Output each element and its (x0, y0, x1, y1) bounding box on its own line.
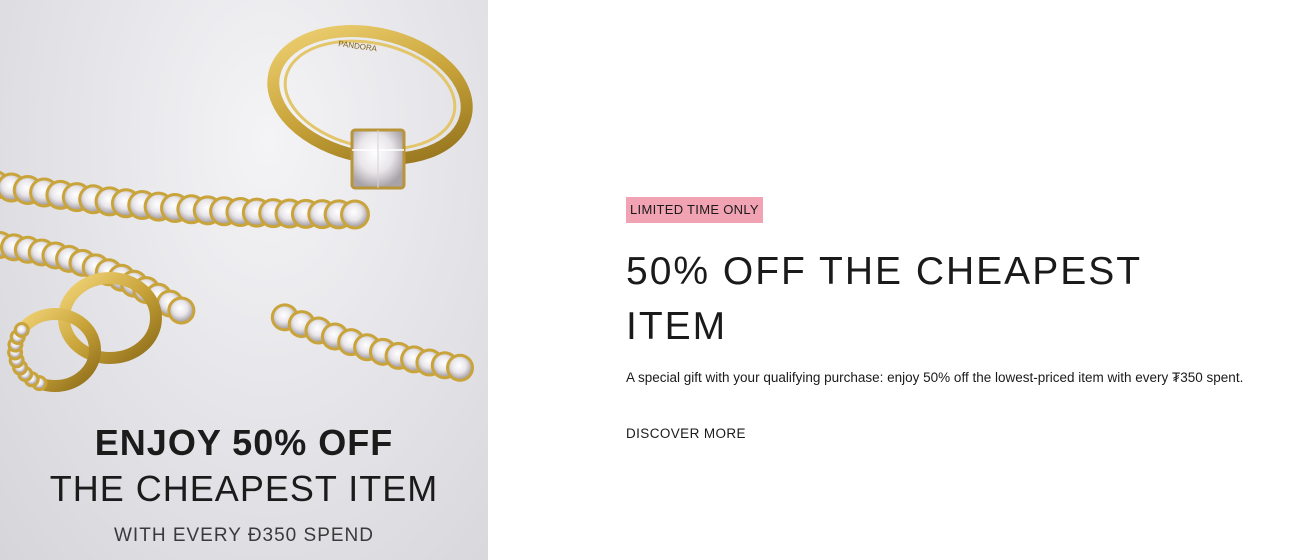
promo-content: LIMITED TIME ONLY 50% OFF THE CHEAPEST I… (488, 0, 1313, 560)
ring: PANDORA (267, 25, 473, 190)
discover-more-link[interactable]: DISCOVER MORE (626, 426, 746, 441)
caption-condition: WITH EVERY Ɖ350 SPEND (114, 525, 374, 546)
bracelet-upper (0, 170, 370, 230)
image-caption: ENJOY 50% OFF THE CHEAPEST ITEM WITH EVE… (0, 410, 488, 560)
promo-banner: PANDORA ENJOY 50% OFF THE CHEAPEST ITEM … (0, 0, 1313, 560)
promo-headline: 50% OFF THE CHEAPEST ITEM (626, 250, 1142, 348)
caption-title: ENJOY 50% OFF (94, 422, 394, 463)
limited-time-badge: LIMITED TIME ONLY (626, 197, 763, 223)
hero-image[interactable]: PANDORA ENJOY 50% OFF THE CHEAPEST ITEM … (0, 0, 488, 560)
caption-subtitle: THE CHEAPEST ITEM (49, 468, 439, 509)
promo-description: A special gift with your qualifying purc… (626, 370, 1244, 385)
